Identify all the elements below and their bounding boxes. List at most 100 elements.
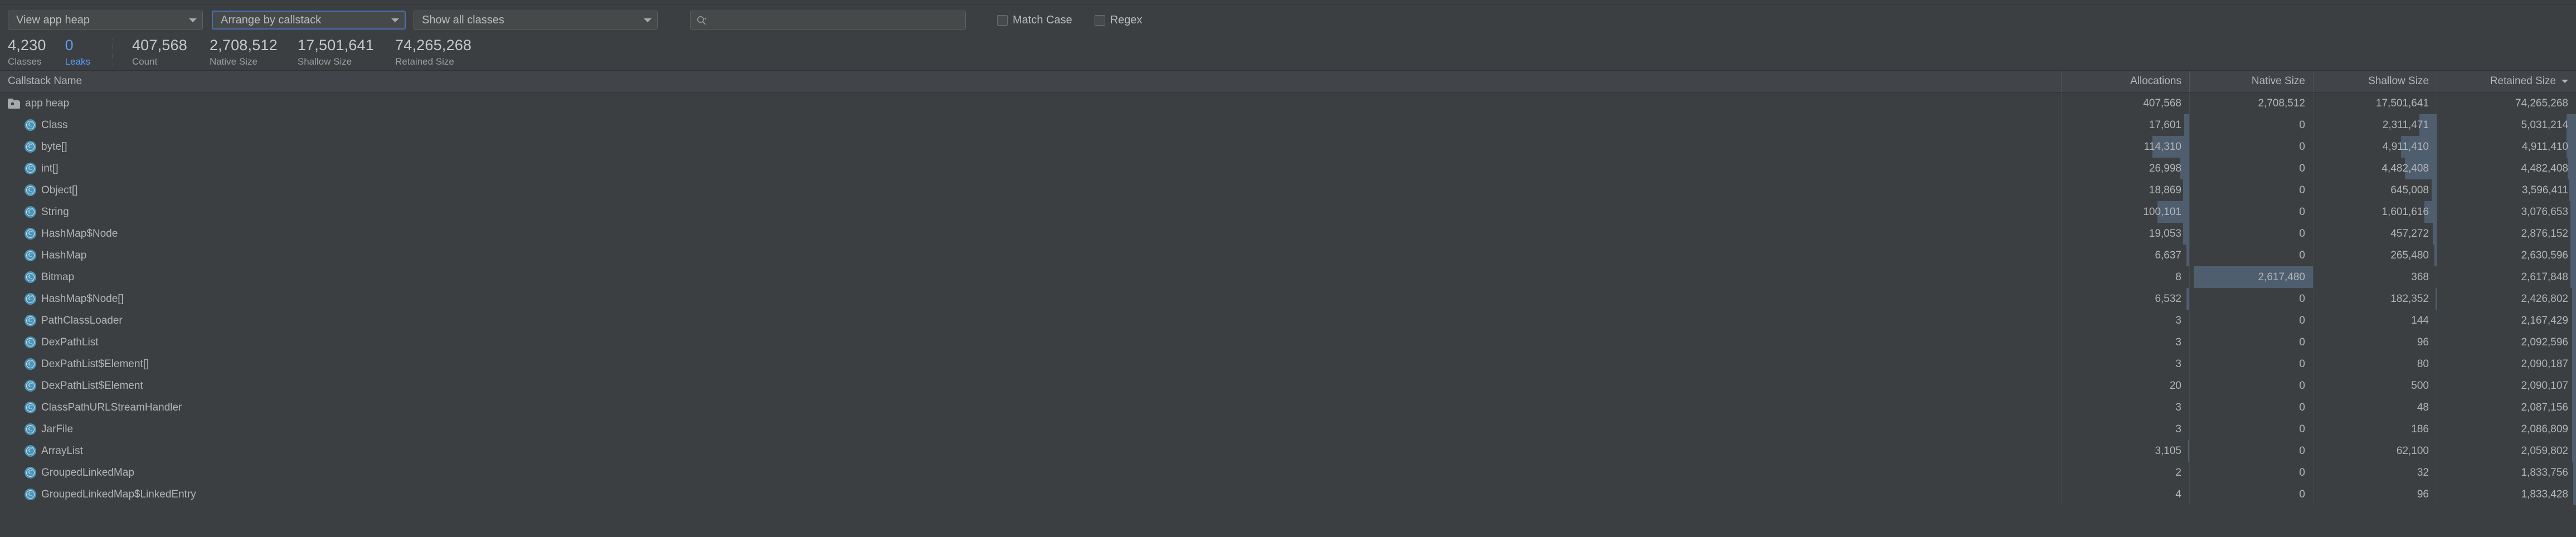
cell-shallow: 4,911,410 bbox=[2313, 136, 2437, 158]
class-icon: C bbox=[25, 206, 36, 218]
table-row[interactable]: C Class 17,601 0 2,311,471 5,031,214 bbox=[0, 114, 2576, 136]
row-class-name: GroupedLinkedMap$LinkedEntry bbox=[41, 488, 196, 500]
folder-icon bbox=[8, 98, 20, 109]
cell-value: 0 bbox=[2299, 227, 2305, 240]
table-row[interactable]: C DexPathList$Element[] 3 0 80 2,090,187 bbox=[0, 353, 2576, 375]
value-bar bbox=[2572, 375, 2576, 397]
table-row[interactable]: C ArrayList 3,105 0 62,100 2,059,802 bbox=[0, 440, 2576, 462]
table-row[interactable]: C String 100,101 0 1,601,616 3,076,653 bbox=[0, 201, 2576, 223]
cell-alloc: 3 bbox=[2061, 418, 2189, 440]
cell-retained: 2,092,596 bbox=[2437, 331, 2576, 353]
stat-classes-caption: Classes bbox=[8, 56, 42, 67]
column-header-callstack-name[interactable]: Callstack Name bbox=[0, 71, 2061, 92]
stat-leaks[interactable]: 0 Leaks bbox=[65, 38, 90, 67]
cell-value: 2 bbox=[2175, 466, 2181, 479]
checkbox-box bbox=[1094, 14, 1105, 26]
table-row[interactable]: C DexPathList$Element 20 0 500 2,090,107 bbox=[0, 375, 2576, 397]
cell-value: 3 bbox=[2175, 314, 2181, 326]
stat-retained-size-caption: Retained Size bbox=[395, 56, 454, 67]
regex-label: Regex bbox=[1110, 13, 1143, 26]
cell-native: 0 bbox=[2189, 418, 2313, 440]
cell-retained: 5,031,214 bbox=[2437, 114, 2576, 136]
cell-native: 0 bbox=[2189, 331, 2313, 353]
value-bar bbox=[2184, 114, 2189, 136]
cell-native: 0 bbox=[2189, 462, 2313, 484]
row-class-name: HashMap bbox=[41, 249, 87, 261]
cell-callstack-name: C HashMap$Node bbox=[0, 228, 2061, 240]
cell-value: 4,482,408 bbox=[2521, 162, 2568, 174]
regex-checkbox[interactable]: Regex bbox=[1094, 13, 1143, 27]
cell-value: 182,352 bbox=[2390, 292, 2429, 305]
cell-retained: 1,833,756 bbox=[2437, 462, 2576, 484]
cell-shallow: 96 bbox=[2313, 484, 2437, 505]
table-row[interactable]: C Object[] 18,869 0 645,008 3,596,411 bbox=[0, 179, 2576, 201]
cell-shallow: 457,272 bbox=[2313, 223, 2437, 245]
cell-shallow: 80 bbox=[2313, 353, 2437, 375]
arrange-select[interactable]: Arrange by callstack bbox=[212, 11, 406, 30]
column-header-shallow-size[interactable]: Shallow Size bbox=[2313, 71, 2437, 92]
table-row[interactable]: C Bitmap 8 2,617,480 368 2,617,848 bbox=[0, 266, 2576, 288]
table-row[interactable]: app heap 407,568 2,708,512 17,501,641 74,265… bbox=[0, 92, 2576, 114]
table-row[interactable]: C PathClassLoader 3 0 144 2,167,429 bbox=[0, 310, 2576, 331]
match-case-checkbox[interactable]: Match Case bbox=[997, 14, 1072, 27]
cell-callstack-name: C ArrayList bbox=[0, 445, 2061, 457]
cell-alloc: 8 bbox=[2061, 266, 2189, 288]
table-row[interactable]: Cbyte[] 114,310 0 4,911,410 4,911,410 bbox=[0, 136, 2576, 158]
stat-leaks-caption: Leaks bbox=[65, 56, 90, 67]
table-row[interactable]: Cint[] 26,998 0 4,482,408 4,482,408 bbox=[0, 158, 2576, 179]
class-icon: C bbox=[25, 489, 36, 500]
class-icon: C bbox=[25, 336, 36, 348]
cell-callstack-name: C HashMap$Node[] bbox=[0, 293, 2061, 305]
heap-select[interactable]: View app heap bbox=[8, 11, 203, 30]
table-row[interactable]: C DexPathList 3 0 96 2,092,596 bbox=[0, 331, 2576, 353]
cell-retained: 4,482,408 bbox=[2437, 158, 2576, 179]
cell-value: 2,059,802 bbox=[2521, 445, 2568, 457]
table-row[interactable]: C HashMap 6,637 0 265,480 2,630,596 bbox=[0, 245, 2576, 266]
search-box[interactable] bbox=[690, 11, 966, 30]
value-bar bbox=[2183, 223, 2189, 245]
value-bar bbox=[2572, 331, 2576, 353]
value-bar bbox=[2573, 484, 2576, 505]
stat-count-value: 407,568 bbox=[132, 37, 187, 53]
cell-value: 2,876,152 bbox=[2521, 227, 2568, 240]
column-header-allocations[interactable]: Allocations bbox=[2061, 71, 2189, 92]
cell-value: 0 bbox=[2299, 379, 2305, 392]
row-class-name: ArrayList bbox=[41, 445, 83, 457]
arrange-select-label: Arrange by callstack bbox=[221, 14, 322, 26]
class-filter-select[interactable]: Show all classes bbox=[414, 11, 658, 30]
search-input[interactable] bbox=[707, 14, 961, 26]
cell-alloc: 2 bbox=[2061, 462, 2189, 484]
cell-retained: 1,833,428 bbox=[2437, 484, 2576, 505]
cell-callstack-name: C GroupedLinkedMap bbox=[0, 467, 2061, 479]
value-bar bbox=[2570, 266, 2576, 288]
column-header-native-size[interactable]: Native Size bbox=[2189, 71, 2313, 92]
table-row[interactable]: C JarFile 3 0 186 2,086,809 bbox=[0, 418, 2576, 440]
value-bar bbox=[2572, 397, 2576, 418]
table-row[interactable]: C ClassPathURLStreamHandler 3 0 48 2,087,156 bbox=[0, 397, 2576, 418]
cell-alloc: 6,532 bbox=[2061, 288, 2189, 310]
row-class-name: HashMap$Node[] bbox=[41, 292, 124, 305]
cell-callstack-name: C Class bbox=[0, 119, 2061, 131]
column-header-label: Callstack Name bbox=[8, 75, 82, 87]
stat-retained-size: 74,265,268 Retained Size bbox=[395, 37, 472, 67]
cell-callstack-name: C ClassPathURLStreamHandler bbox=[0, 402, 2061, 414]
row-class-name: Object[] bbox=[41, 184, 78, 196]
cell-value: 2,090,187 bbox=[2521, 358, 2568, 370]
cell-value: 62,100 bbox=[2396, 445, 2429, 457]
cell-value: 500 bbox=[2411, 379, 2429, 392]
table-row[interactable]: C HashMap$Node 19,053 0 457,272 2,876,152 bbox=[0, 223, 2576, 245]
filter-toolbar: View app heap Arrange by callstack Show … bbox=[0, 4, 2576, 36]
table-row[interactable]: C HashMap$Node[] 6,532 0 182,352 2,426,802 bbox=[0, 288, 2576, 310]
class-icon: C bbox=[25, 163, 36, 174]
column-header-retained-size[interactable]: Retained Size bbox=[2437, 71, 2576, 92]
cell-value: 2,086,809 bbox=[2521, 423, 2568, 435]
cell-alloc: 19,053 bbox=[2061, 223, 2189, 245]
cell-value: 407,568 bbox=[2143, 97, 2181, 109]
stat-retained-size-value: 74,265,268 bbox=[395, 37, 472, 53]
cell-callstack-name: C Object[] bbox=[0, 184, 2061, 197]
cell-value: 2,630,596 bbox=[2521, 249, 2568, 261]
table-row[interactable]: C GroupedLinkedMap 2 0 32 1,833,756 bbox=[0, 462, 2576, 484]
cell-value: 2,617,480 bbox=[2258, 271, 2305, 283]
table-row[interactable]: C GroupedLinkedMap$LinkedEntry 4 0 96 1,833,4… bbox=[0, 484, 2576, 505]
cell-value: 114,310 bbox=[2144, 140, 2181, 153]
